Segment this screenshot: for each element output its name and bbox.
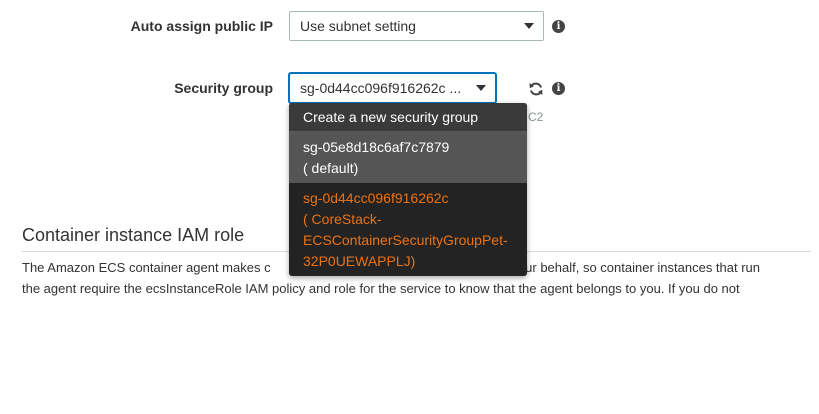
security-group-label: Security group [174, 80, 273, 96]
info-icon[interactable]: i [552, 20, 565, 33]
paragraph-line: the agent require the ecsInstanceRole IA… [22, 281, 740, 296]
auto-assign-label: Auto assign public IP [130, 18, 273, 34]
security-group-option-selected[interactable]: sg-0d44cc096f916262c ( CoreStack- ECSCon… [289, 183, 527, 276]
caret-down-icon [524, 23, 534, 29]
security-group-value: sg-0d44cc096f916262c ... [300, 80, 462, 96]
info-icon[interactable]: i [552, 82, 565, 95]
security-group-dropdown: Create a new security group sg-05e8d18c6… [289, 103, 527, 276]
security-group-select[interactable]: sg-0d44cc096f916262c ... [289, 73, 496, 103]
caret-down-icon [476, 85, 486, 91]
page: Auto assign public IP Use subnet setting… [0, 0, 819, 414]
auto-assign-value: Use subnet setting [300, 18, 416, 34]
auto-assign-select[interactable]: Use subnet setting [289, 11, 544, 41]
refresh-icon[interactable] [528, 81, 544, 97]
section-title: Container instance IAM role [22, 225, 245, 245]
create-security-group-option[interactable]: Create a new security group [289, 103, 527, 132]
security-group-option[interactable]: sg-05e8d18c6af7c7879 ( default) [289, 132, 527, 183]
security-group-hint: C2 [528, 110, 544, 124]
